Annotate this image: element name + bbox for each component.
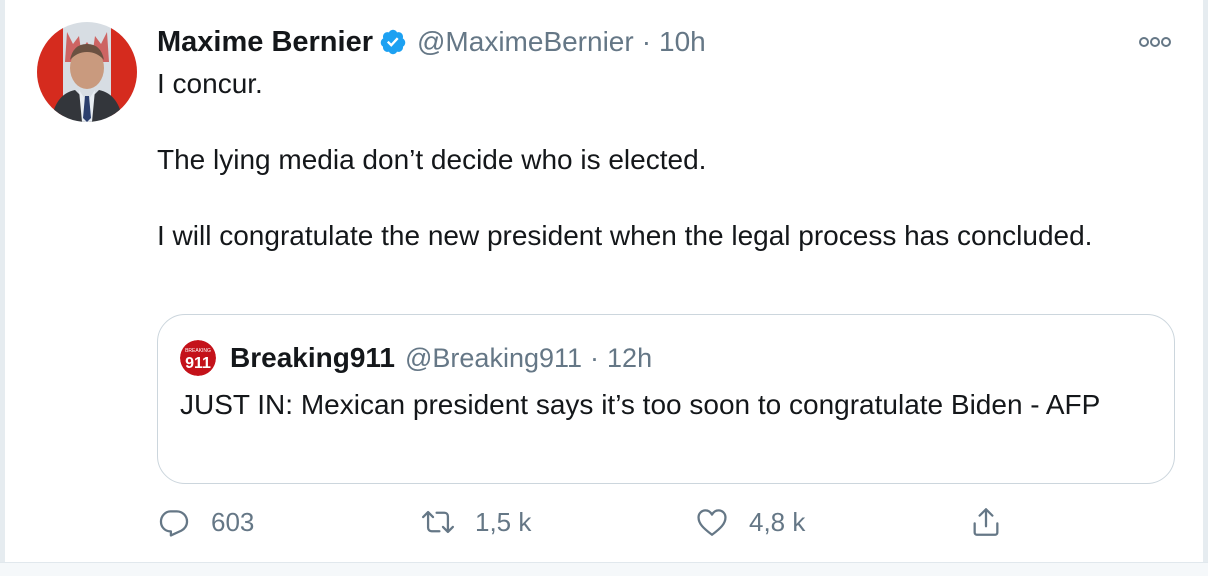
retweet-icon (421, 510, 455, 534)
portrait-avatar-icon (37, 22, 137, 122)
reply-button[interactable]: 603 (157, 500, 254, 544)
quoted-author-name[interactable]: Breaking911 (230, 342, 395, 374)
svg-text:911: 911 (185, 355, 211, 372)
reply-count: 603 (211, 506, 255, 537)
heart-icon (697, 509, 727, 536)
share-icon (973, 508, 999, 536)
tweet-body: I concur. The lying media don’t decide w… (157, 66, 1117, 254)
breaking911-logo-icon[interactable]: BREAKING 911 (180, 340, 216, 376)
author-avatar[interactable] (37, 22, 137, 122)
author-handle[interactable]: @MaximeBernier (417, 26, 634, 58)
tweet-header: Maxime Bernier @MaximeBernier · 10h (157, 22, 706, 62)
verified-badge-icon (379, 28, 407, 56)
like-count: 4,8 k (749, 506, 806, 537)
quoted-tweet-timestamp[interactable]: 12h (607, 343, 652, 374)
svg-text:BREAKING: BREAKING (185, 348, 211, 354)
tweet-timestamp[interactable]: 10h (659, 26, 706, 58)
quoted-tweet[interactable]: BREAKING 911 Breaking911 @Breaking911 · … (157, 314, 1175, 484)
more-options-icon[interactable] (1135, 30, 1175, 54)
share-button[interactable] (969, 500, 1003, 544)
retweet-button[interactable]: 1,5 k (421, 500, 531, 544)
tweet-card[interactable]: Maxime Bernier @MaximeBernier · 10h I co… (4, 0, 1204, 562)
author-name[interactable]: Maxime Bernier (157, 26, 373, 59)
like-button[interactable]: 4,8 k (695, 500, 805, 544)
quoted-tweet-header: BREAKING 911 Breaking911 @Breaking911 · … (180, 339, 652, 377)
quoted-tweet-text: JUST IN: Mexican president says it’s too… (180, 389, 1101, 420)
header-separator: · (641, 26, 652, 57)
retweet-count: 1,5 k (475, 506, 532, 537)
timeline-divider (0, 562, 1208, 576)
tweet-actions: 603 1,5 k 4,8 k (157, 500, 1017, 544)
quoted-author-handle[interactable]: @Breaking911 (405, 343, 582, 374)
reply-icon (159, 510, 189, 537)
tweet-text-line: The lying media don’t decide who is elec… (157, 144, 707, 175)
tweet-text-line: I will congratulate the new president wh… (157, 220, 1093, 251)
tweet-text-line: I concur. (157, 68, 263, 99)
quoted-header-separator: · (590, 342, 600, 373)
